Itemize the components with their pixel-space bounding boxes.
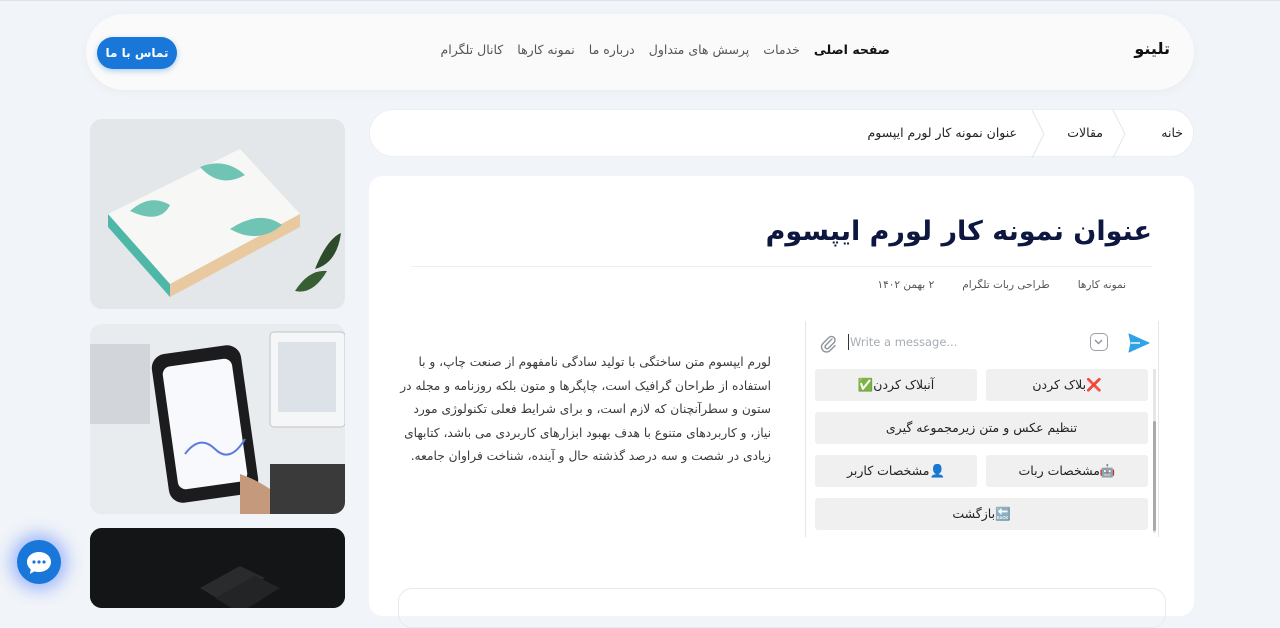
breadcrumb-separator xyxy=(1112,110,1126,158)
site-header: تلینو صفحه اصلی خدمات پرسش های متداول در… xyxy=(86,14,1194,90)
main-nav: صفحه اصلی خدمات پرسش های متداول درباره م… xyxy=(441,42,890,57)
send-icon[interactable] xyxy=(1128,333,1150,353)
breadcrumb-separator xyxy=(1031,110,1045,158)
keyboard-scrollbar[interactable] xyxy=(1153,421,1156,531)
breadcrumb: خانه مقالات عنوان نمونه کار لورم ایپسوم xyxy=(369,109,1194,158)
breadcrumb-current: عنوان نمونه کار لورم ایپسوم xyxy=(867,125,1018,140)
user-info-button[interactable]: 👤مشخصات کاربر xyxy=(815,455,977,487)
nav-item-telegram-channel[interactable]: کانال تلگرام xyxy=(441,42,504,57)
chat-icon xyxy=(27,552,51,574)
block-button[interactable]: ❌بلاک کردن xyxy=(986,369,1148,401)
top-divider xyxy=(0,0,1280,1)
article-body: لورم ایپسوم متن ساختگی با تولید سادگی نا… xyxy=(400,355,771,463)
meta-category[interactable]: نمونه کارها xyxy=(1078,279,1126,291)
photo-settings-button[interactable]: تنظیم عکس و متن زیرمجموعه گیری xyxy=(815,412,1148,444)
next-section-box xyxy=(398,588,1166,628)
text-caret xyxy=(848,334,849,350)
breadcrumb-articles[interactable]: مقالات xyxy=(1067,125,1103,140)
sidebar-thumbnail-phone[interactable] xyxy=(90,324,345,514)
book-illustration xyxy=(90,119,345,309)
contact-button[interactable]: تماس با ما xyxy=(97,37,177,69)
nav-item-services[interactable]: خدمات xyxy=(763,42,800,57)
article-card: عنوان نمونه کار لورم ایپسوم نمونه کارها … xyxy=(369,176,1194,628)
nav-item-about[interactable]: درباره ما xyxy=(589,42,635,57)
breadcrumb-home[interactable]: خانه xyxy=(1161,125,1183,140)
nav-item-faq[interactable]: پرسش های متداول xyxy=(649,42,750,57)
back-button[interactable]: 🔙بازگشت xyxy=(815,498,1148,530)
site-logo[interactable]: تلینو xyxy=(1134,39,1170,58)
message-input[interactable]: Write a message... xyxy=(850,335,957,349)
meta-date: ۲ بهمن ۱۴۰۲ xyxy=(877,279,935,291)
sidebar-thumbnail-book[interactable] xyxy=(90,119,345,309)
message-composer: Write a message... xyxy=(806,321,1158,365)
chevron-down-icon xyxy=(1094,339,1103,345)
unblock-button[interactable]: آنبلاک کردن✅ xyxy=(815,369,977,401)
meta-tag[interactable]: طراحی ربات تلگرام xyxy=(962,279,1049,291)
sidebar-thumbnail-dark[interactable] xyxy=(90,528,345,608)
keyboard-icon[interactable] xyxy=(1090,333,1108,351)
title-divider xyxy=(411,266,1152,267)
chat-button[interactable] xyxy=(17,540,61,584)
telegram-bot-preview: Write a message... ❌بلاک کردن آنبلاک کرد… xyxy=(805,321,1159,537)
article-meta: نمونه کارها طراحی ربات تلگرام ۲ بهمن ۱۴۰… xyxy=(877,279,1126,291)
bot-info-button[interactable]: 🤖مشخصات ربات xyxy=(986,455,1148,487)
page-title: عنوان نمونه کار لورم ایپسوم xyxy=(765,216,1152,247)
nav-item-home[interactable]: صفحه اصلی xyxy=(814,42,890,57)
paperclip-icon[interactable] xyxy=(818,333,838,353)
phone-illustration xyxy=(90,324,345,514)
dark-product-illustration xyxy=(90,528,345,608)
nav-item-portfolio[interactable]: نمونه کارها xyxy=(517,42,575,57)
